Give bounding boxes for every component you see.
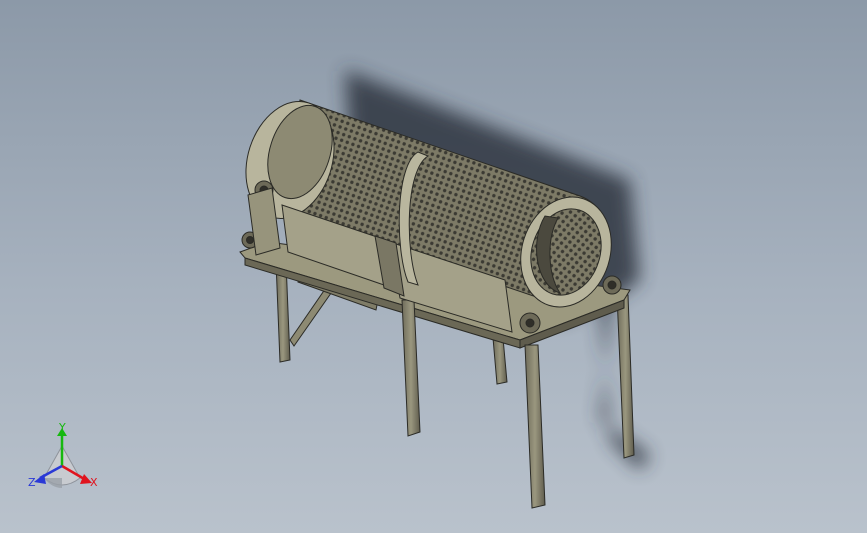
triad-y-label: Y [58,421,66,434]
front-right-leg [524,344,546,509]
triad-x-label: X [90,476,98,489]
cad-3d-viewport[interactable]: Y X Z [0,0,867,533]
back-right-leg [616,294,635,459]
front-middle-leg [401,299,421,437]
triad-z-label: Z [28,476,36,489]
trommel-screen-model[interactable] [232,90,635,509]
model-canvas[interactable]: Y X Z [0,0,867,533]
back-middle-leg [492,337,508,385]
triad-z-arrow-icon [34,474,46,484]
view-triad[interactable]: Y X Z [28,421,98,489]
